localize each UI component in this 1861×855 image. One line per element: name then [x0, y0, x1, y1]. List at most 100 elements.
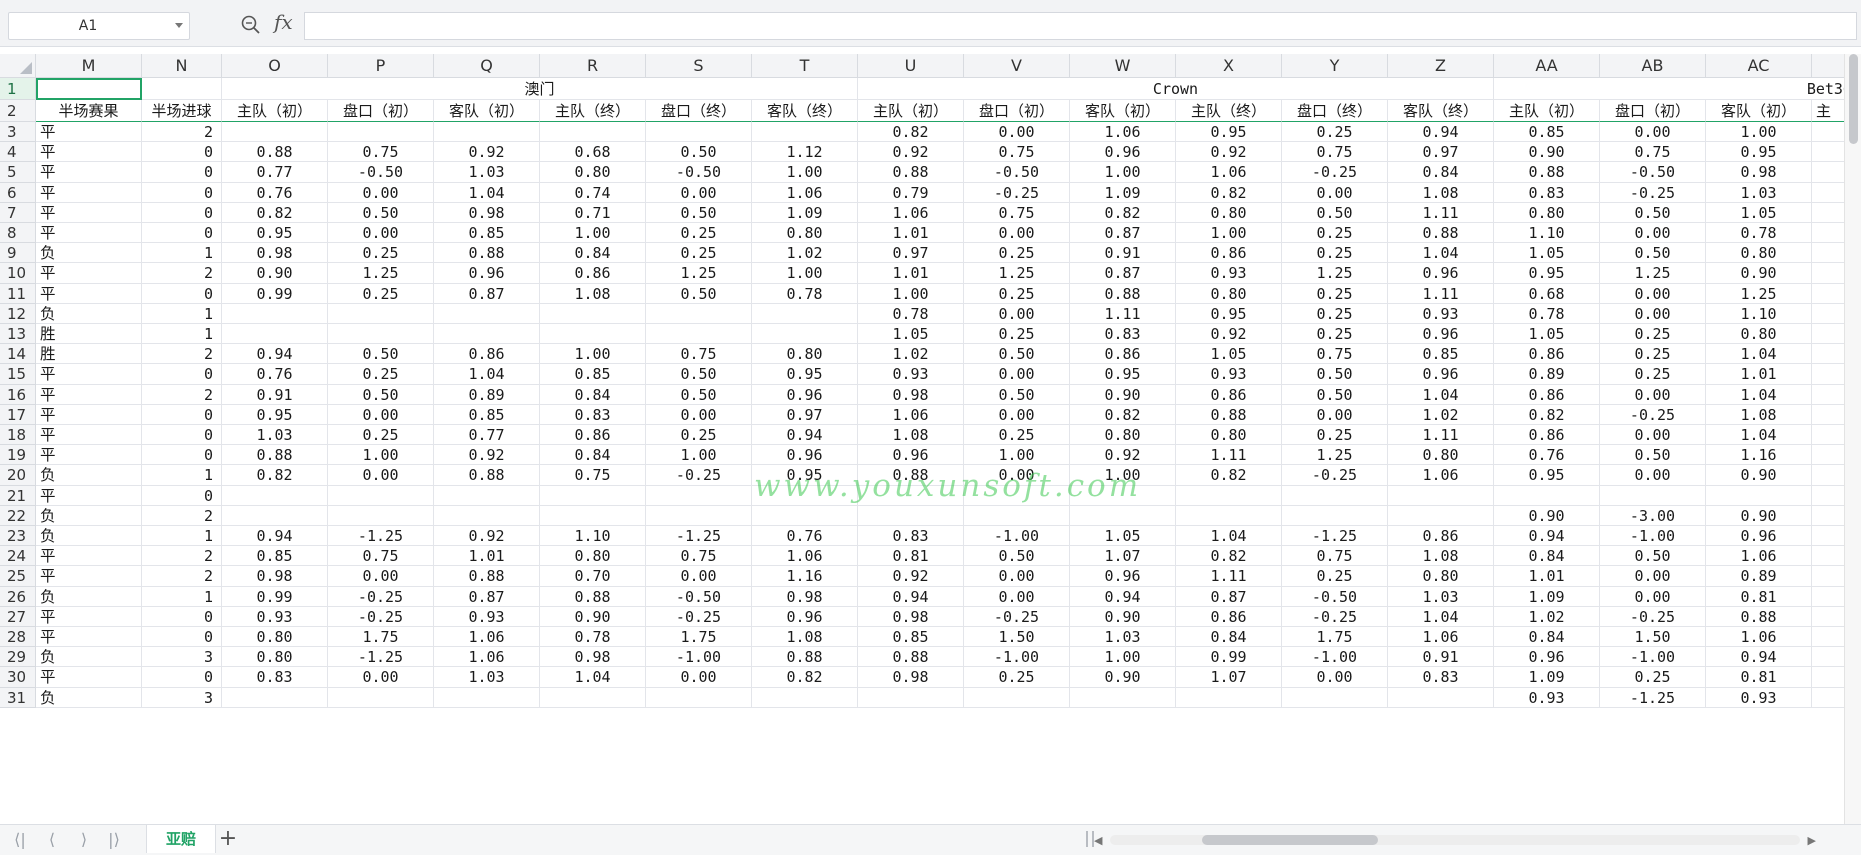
odds-cell[interactable]: 0.86 [1176, 606, 1282, 627]
odds-cell[interactable]: 0.94 [752, 425, 858, 446]
partial-cell[interactable] [1812, 445, 1844, 466]
odds-cell[interactable]: 0.25 [646, 223, 752, 244]
odds-cell[interactable]: 0.80 [540, 546, 646, 567]
odds-cell[interactable]: 0.85 [434, 404, 540, 425]
partial-cell[interactable] [1812, 688, 1844, 708]
column-header-n[interactable]: N [142, 54, 222, 78]
odds-cell[interactable]: 1.06 [1706, 546, 1812, 567]
odds-cell[interactable]: 1.25 [646, 263, 752, 284]
result-cell[interactable]: 负 [36, 586, 142, 607]
result-cell[interactable]: 负 [36, 687, 142, 708]
odds-cell[interactable]: 0.80 [1176, 425, 1282, 446]
odds-cell[interactable]: 0.82 [1494, 404, 1600, 425]
odds-cell[interactable]: 0.91 [1070, 243, 1176, 264]
odds-cell[interactable] [328, 485, 434, 506]
odds-cell[interactable]: 0.84 [540, 243, 646, 264]
odds-cell[interactable]: 0.96 [1706, 526, 1812, 547]
odds-cell[interactable] [434, 505, 540, 526]
odds-cell[interactable]: -1.00 [964, 526, 1070, 547]
odds-cell[interactable]: -0.50 [1282, 586, 1388, 607]
row-header[interactable]: 19 [0, 445, 36, 466]
row-header[interactable]: 26 [0, 586, 36, 607]
odds-cell[interactable]: 0.92 [434, 445, 540, 466]
odds-cell[interactable] [540, 687, 646, 708]
row-header[interactable]: 20 [0, 465, 36, 486]
odds-cell[interactable]: 1.08 [752, 627, 858, 648]
odds-cell[interactable]: 0.82 [1070, 404, 1176, 425]
goals-cell[interactable]: 0 [142, 667, 222, 688]
odds-cell[interactable]: 0.75 [1282, 546, 1388, 567]
odds-cell[interactable]: 0.78 [858, 303, 964, 324]
odds-cell[interactable]: 1.50 [964, 627, 1070, 648]
odds-cell[interactable]: 1.00 [964, 445, 1070, 466]
odds-cell[interactable] [540, 505, 646, 526]
odds-cell[interactable] [1388, 505, 1494, 526]
odds-cell[interactable]: 0.96 [752, 445, 858, 466]
odds-cell[interactable]: 0.89 [1706, 566, 1812, 587]
column-header-w[interactable]: W [1070, 54, 1176, 78]
odds-cell[interactable]: 0.25 [1282, 223, 1388, 244]
goals-cell[interactable]: 0 [142, 445, 222, 466]
odds-cell[interactable]: 0.25 [1282, 566, 1388, 587]
odds-cell[interactable]: 0.50 [328, 202, 434, 223]
partial-cell[interactable] [1812, 526, 1844, 547]
odds-cell[interactable]: 0.94 [1070, 586, 1176, 607]
partial-cell[interactable] [1812, 607, 1844, 627]
goals-cell[interactable]: 0 [142, 425, 222, 446]
odds-cell[interactable]: 0.00 [646, 566, 752, 587]
odds-cell[interactable]: 0.68 [1494, 283, 1600, 304]
odds-cell[interactable]: -0.25 [1282, 162, 1388, 183]
odds-cell[interactable]: 0.25 [1600, 364, 1706, 385]
odds-cell[interactable]: 1.11 [1388, 425, 1494, 446]
odds-cell[interactable]: 1.00 [1176, 223, 1282, 244]
odds-cell[interactable]: 0.00 [646, 404, 752, 425]
odds-cell[interactable]: 0.88 [1494, 162, 1600, 183]
chevron-down-icon[interactable] [175, 23, 183, 28]
formula-input[interactable] [304, 12, 1857, 40]
column-header-s[interactable]: S [646, 54, 752, 78]
odds-cell[interactable]: 0.76 [1494, 445, 1600, 466]
goals-cell[interactable]: 0 [142, 485, 222, 506]
odds-cell[interactable]: 0.88 [752, 647, 858, 668]
odds-cell[interactable]: 0.80 [1706, 243, 1812, 264]
odds-cell[interactable]: 0.94 [1706, 647, 1812, 668]
odds-cell[interactable]: -1.25 [1600, 687, 1706, 708]
odds-cell[interactable]: 1.04 [540, 667, 646, 688]
odds-cell[interactable]: -0.25 [328, 586, 434, 607]
odds-cell[interactable]: 0.75 [1282, 142, 1388, 163]
odds-cell[interactable]: 0.86 [1176, 384, 1282, 405]
odds-cell[interactable] [222, 122, 328, 143]
odds-cell[interactable]: 1.02 [1388, 404, 1494, 425]
odds-cell[interactable]: 0.00 [964, 586, 1070, 607]
odds-cell[interactable]: 1.07 [1176, 667, 1282, 688]
odds-cell[interactable]: 1.06 [752, 182, 858, 203]
odds-cell[interactable] [328, 505, 434, 526]
odds-cell[interactable]: 0.75 [964, 202, 1070, 223]
result-cell[interactable]: 胜 [36, 324, 142, 345]
odds-cell[interactable] [222, 687, 328, 708]
odds-cell[interactable]: 1.11 [1176, 445, 1282, 466]
result-cell[interactable]: 平 [36, 485, 142, 506]
odds-cell[interactable]: 0.50 [646, 202, 752, 223]
odds-cell[interactable]: 0.87 [434, 283, 540, 304]
odds-cell[interactable] [328, 687, 434, 708]
odds-cell[interactable] [752, 122, 858, 143]
odds-cell[interactable] [858, 687, 964, 708]
partial-cell[interactable] [1812, 122, 1844, 143]
result-cell[interactable]: 平 [36, 162, 142, 183]
result-cell[interactable]: 平 [36, 283, 142, 304]
odds-cell[interactable]: 1.06 [1176, 162, 1282, 183]
odds-cell[interactable]: 0.50 [646, 142, 752, 163]
odds-cell[interactable]: 0.86 [1388, 526, 1494, 547]
odds-cell[interactable]: 0.85 [1494, 122, 1600, 143]
odds-cell[interactable]: 1.03 [434, 162, 540, 183]
odds-cell[interactable]: 0.80 [1176, 283, 1282, 304]
odds-cell[interactable]: 1.50 [1600, 627, 1706, 648]
partial-cell[interactable] [1812, 344, 1844, 365]
odds-cell[interactable]: 0.98 [434, 202, 540, 223]
odds-cell[interactable] [646, 687, 752, 708]
odds-cell[interactable]: 0.95 [1070, 364, 1176, 385]
odds-cell[interactable]: 0.25 [1600, 324, 1706, 345]
result-cell[interactable]: 平 [36, 627, 142, 648]
odds-cell[interactable]: 0.85 [858, 627, 964, 648]
